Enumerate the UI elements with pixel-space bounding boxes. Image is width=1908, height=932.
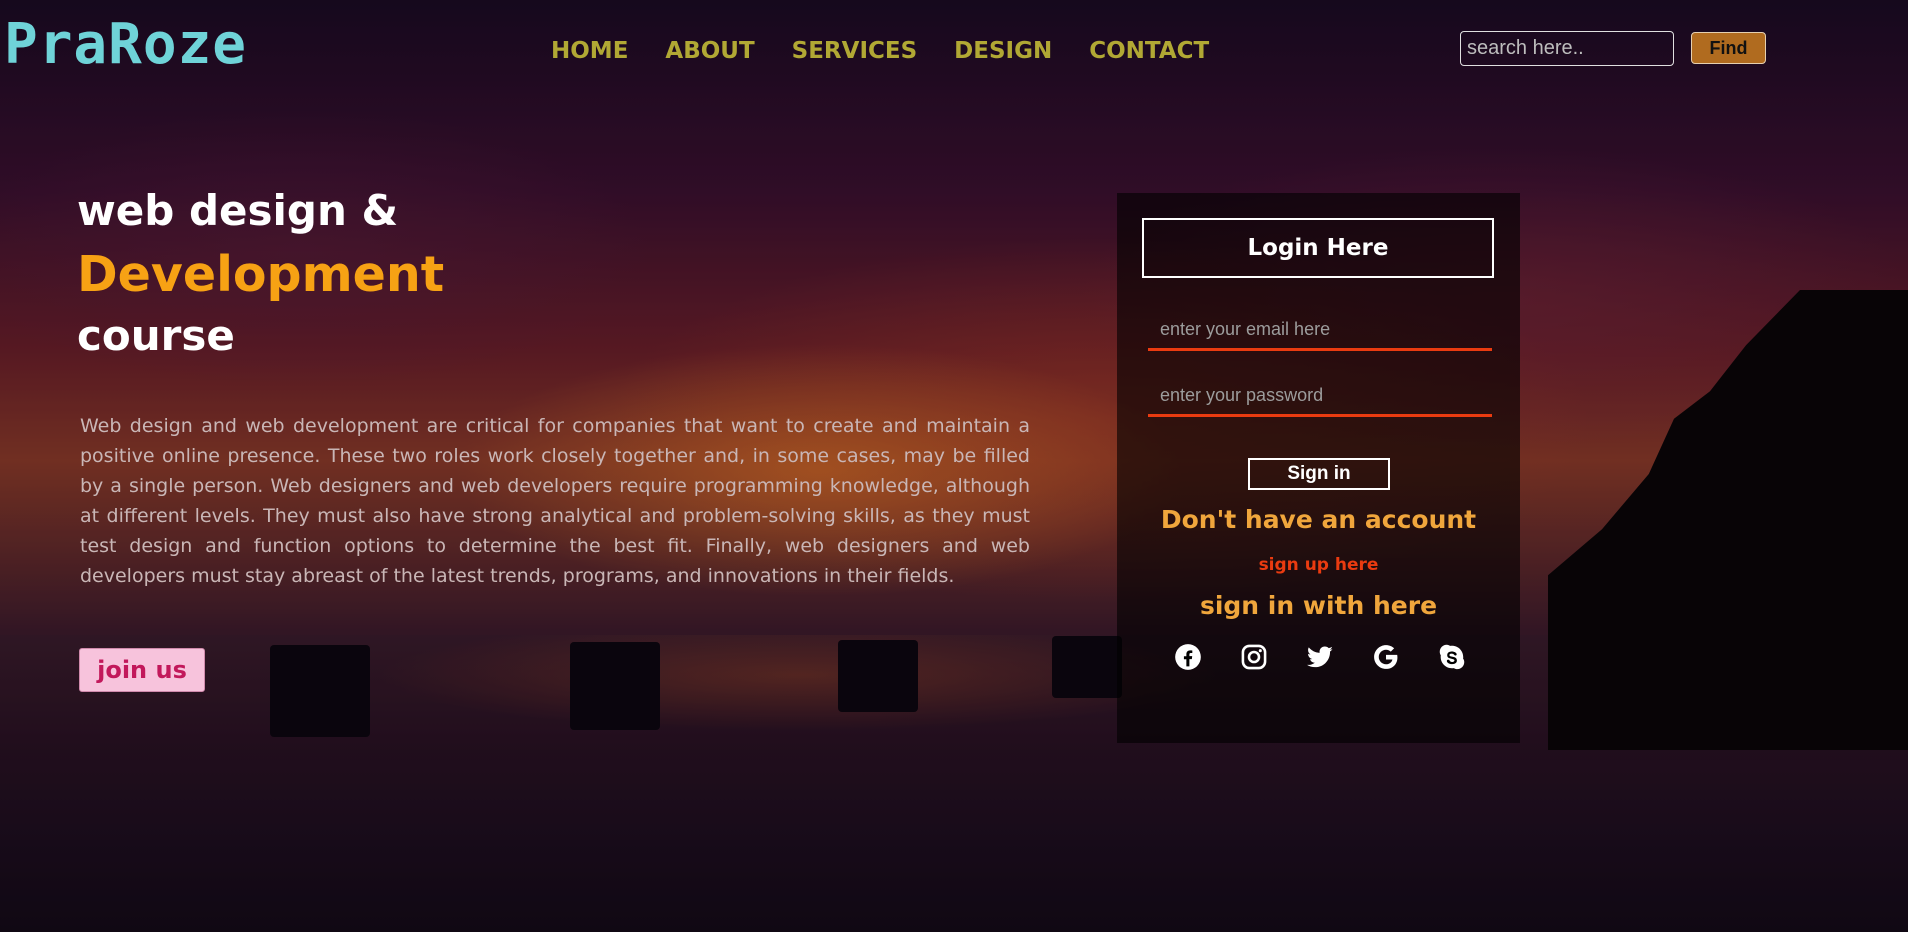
no-account-text: Don't have an account <box>1160 505 1477 534</box>
instagram-icon[interactable] <box>1240 643 1268 671</box>
hero-heading-line3: course <box>77 311 235 360</box>
nav-item-services[interactable]: SERVICES <box>792 38 918 64</box>
facebook-icon[interactable] <box>1174 643 1202 671</box>
login-card: Login Here Sign in Don't have an account… <box>1117 193 1520 743</box>
twitter-icon[interactable] <box>1306 643 1334 671</box>
nav-item-about[interactable]: ABOUT <box>665 38 754 64</box>
sign-up-link[interactable]: sign up here <box>1117 555 1520 575</box>
email-field[interactable] <box>1148 311 1492 351</box>
search-input[interactable] <box>1460 31 1674 66</box>
sign-in-button[interactable]: Sign in <box>1248 458 1390 490</box>
site-logo: PraRoze <box>4 12 248 77</box>
hero-heading-line1: web design & <box>77 186 399 235</box>
nav-item-home[interactable]: HOME <box>551 38 628 64</box>
hero-description: Web design and web development are criti… <box>80 415 1030 587</box>
password-field[interactable] <box>1148 377 1492 417</box>
nav-item-design[interactable]: DESIGN <box>954 38 1052 64</box>
find-button[interactable]: Find <box>1691 32 1766 64</box>
sign-in-with-text: sign in with here <box>1199 591 1438 620</box>
skype-icon[interactable] <box>1438 643 1466 671</box>
social-login-icons <box>1174 643 1466 671</box>
nav-item-contact[interactable]: CONTACT <box>1089 38 1209 64</box>
hero-heading-line2: Development <box>77 246 445 303</box>
google-icon[interactable] <box>1372 643 1400 671</box>
main-nav: HOME ABOUT SERVICES DESIGN CONTACT <box>551 38 1209 64</box>
join-us-button[interactable]: join us <box>79 648 205 692</box>
login-title: Login Here <box>1142 218 1494 278</box>
